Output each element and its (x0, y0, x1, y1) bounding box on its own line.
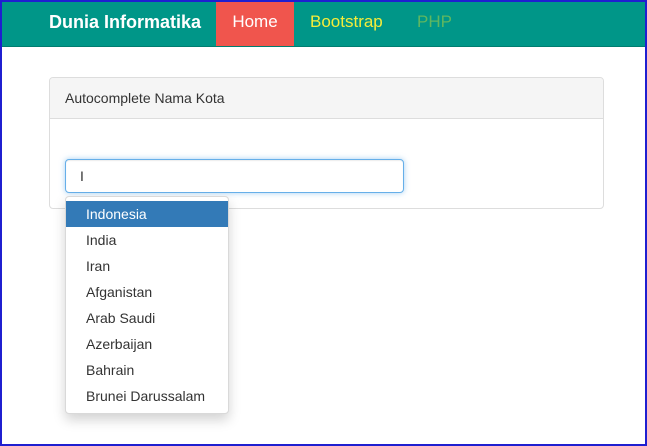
autocomplete-item[interactable]: Indonesia (66, 201, 228, 227)
autocomplete-panel: Autocomplete Nama Kota (49, 77, 604, 209)
nav-item-home[interactable]: Home (216, 0, 294, 46)
autocomplete-item[interactable]: Bahrain (66, 357, 228, 383)
navbar: Dunia Informatika Home Bootstrap PHP (0, 0, 647, 47)
autocomplete-item[interactable]: Iran (66, 253, 228, 279)
autocomplete-item[interactable]: Afganistan (66, 279, 228, 305)
nav-item-php[interactable]: PHP (417, 0, 452, 46)
autocomplete-item[interactable]: India (66, 227, 228, 253)
panel-title: Autocomplete Nama Kota (50, 78, 603, 119)
navbar-brand[interactable]: Dunia Informatika (49, 12, 201, 33)
city-search-input[interactable] (65, 159, 404, 193)
autocomplete-item[interactable]: Brunei Darussalam (66, 383, 228, 409)
autocomplete-item[interactable]: Azerbaijan (66, 331, 228, 357)
autocomplete-dropdown: Indonesia India Iran Afganistan Arab Sau… (65, 196, 229, 414)
nav-item-bootstrap[interactable]: Bootstrap (310, 0, 383, 46)
autocomplete-item[interactable]: Arab Saudi (66, 305, 228, 331)
